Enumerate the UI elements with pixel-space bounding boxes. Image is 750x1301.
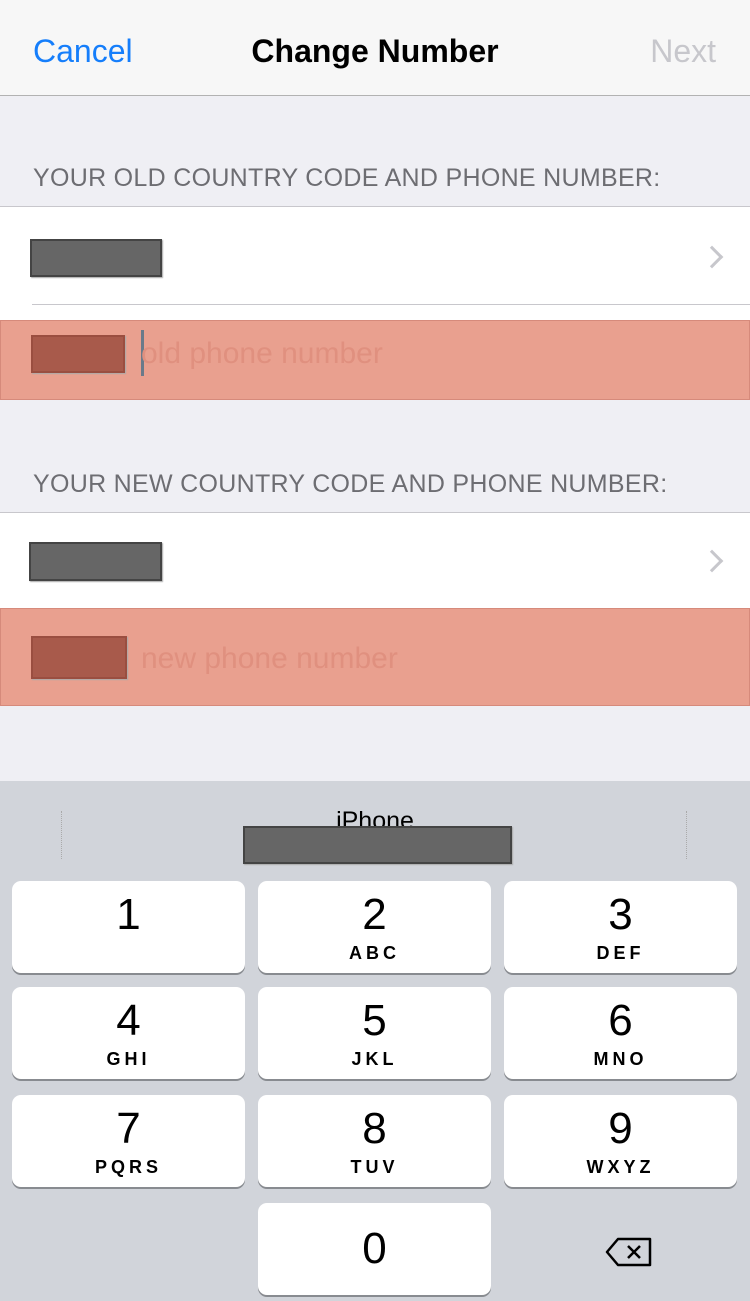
old-section-header: YOUR OLD COUNTRY CODE AND PHONE NUMBER: xyxy=(33,164,661,192)
key-8[interactable]: 8 TUV xyxy=(258,1095,491,1187)
key-letters: JKL xyxy=(351,1049,398,1069)
key-letters: ABC xyxy=(349,943,400,963)
key-letters: TUV xyxy=(350,1157,399,1177)
new-section-header: YOUR NEW COUNTRY CODE AND PHONE NUMBER: xyxy=(33,470,668,498)
key-digit: 2 xyxy=(362,890,387,939)
key-digit: 4 xyxy=(116,996,141,1045)
key-7[interactable]: 7 PQRS xyxy=(12,1095,245,1187)
key-4[interactable]: 4 GHI xyxy=(12,987,245,1079)
old-country-row[interactable] xyxy=(0,206,750,320)
page-title: Change Number xyxy=(251,33,499,69)
next-button[interactable]: Next xyxy=(650,33,716,70)
key-digit: 3 xyxy=(608,890,633,939)
delete-button[interactable] xyxy=(504,1203,737,1295)
old-phone-placeholder: old phone number xyxy=(141,337,383,370)
old-phone-input[interactable]: old phone number xyxy=(0,320,750,400)
new-country-row[interactable] xyxy=(0,512,750,608)
key-9[interactable]: 9 WXYZ xyxy=(504,1095,737,1187)
key-0[interactable]: 0 xyxy=(258,1203,491,1295)
new-phone-input[interactable]: new phone number xyxy=(0,608,750,706)
key-letters: MNO xyxy=(593,1049,648,1069)
new-phone-placeholder: new phone number xyxy=(141,642,398,675)
key-digit: 7 xyxy=(116,1104,141,1153)
redacted-country-code xyxy=(31,335,125,373)
key-digit: 8 xyxy=(362,1104,387,1153)
redacted-phone-number xyxy=(243,826,512,864)
chevron-right-icon xyxy=(700,245,724,269)
key-2[interactable]: 2 ABC xyxy=(258,881,491,973)
key-6[interactable]: 6 MNO xyxy=(504,987,737,1079)
key-digit: 5 xyxy=(362,996,387,1045)
backspace-icon xyxy=(605,1237,652,1267)
key-digit: 0 xyxy=(362,1224,387,1273)
key-digit: 6 xyxy=(608,996,633,1045)
key-1[interactable]: 1 xyxy=(12,881,245,973)
key-3[interactable]: 3 DEF xyxy=(504,881,737,973)
redacted-country xyxy=(30,239,162,277)
key-5[interactable]: 5 JKL xyxy=(258,987,491,1079)
divider xyxy=(32,304,750,305)
key-letters: WXYZ xyxy=(586,1157,655,1177)
numeric-keypad: iPhone 1 2 ABC 3 DEF 4 GHI 5 JKL 6 MNO 7 PQRS 8 TUV 9 WX… xyxy=(0,781,750,1301)
key-letters: PQRS xyxy=(94,1157,162,1177)
redacted-country xyxy=(29,542,162,581)
key-digit: 1 xyxy=(116,890,141,939)
key-letters: DEF xyxy=(596,943,645,963)
key-digit: 9 xyxy=(608,1104,633,1153)
navigation-bar: Cancel Change Number Next xyxy=(0,0,750,96)
chevron-right-icon xyxy=(700,549,724,573)
redacted-country-code xyxy=(31,636,127,679)
key-letters: GHI xyxy=(106,1049,151,1069)
